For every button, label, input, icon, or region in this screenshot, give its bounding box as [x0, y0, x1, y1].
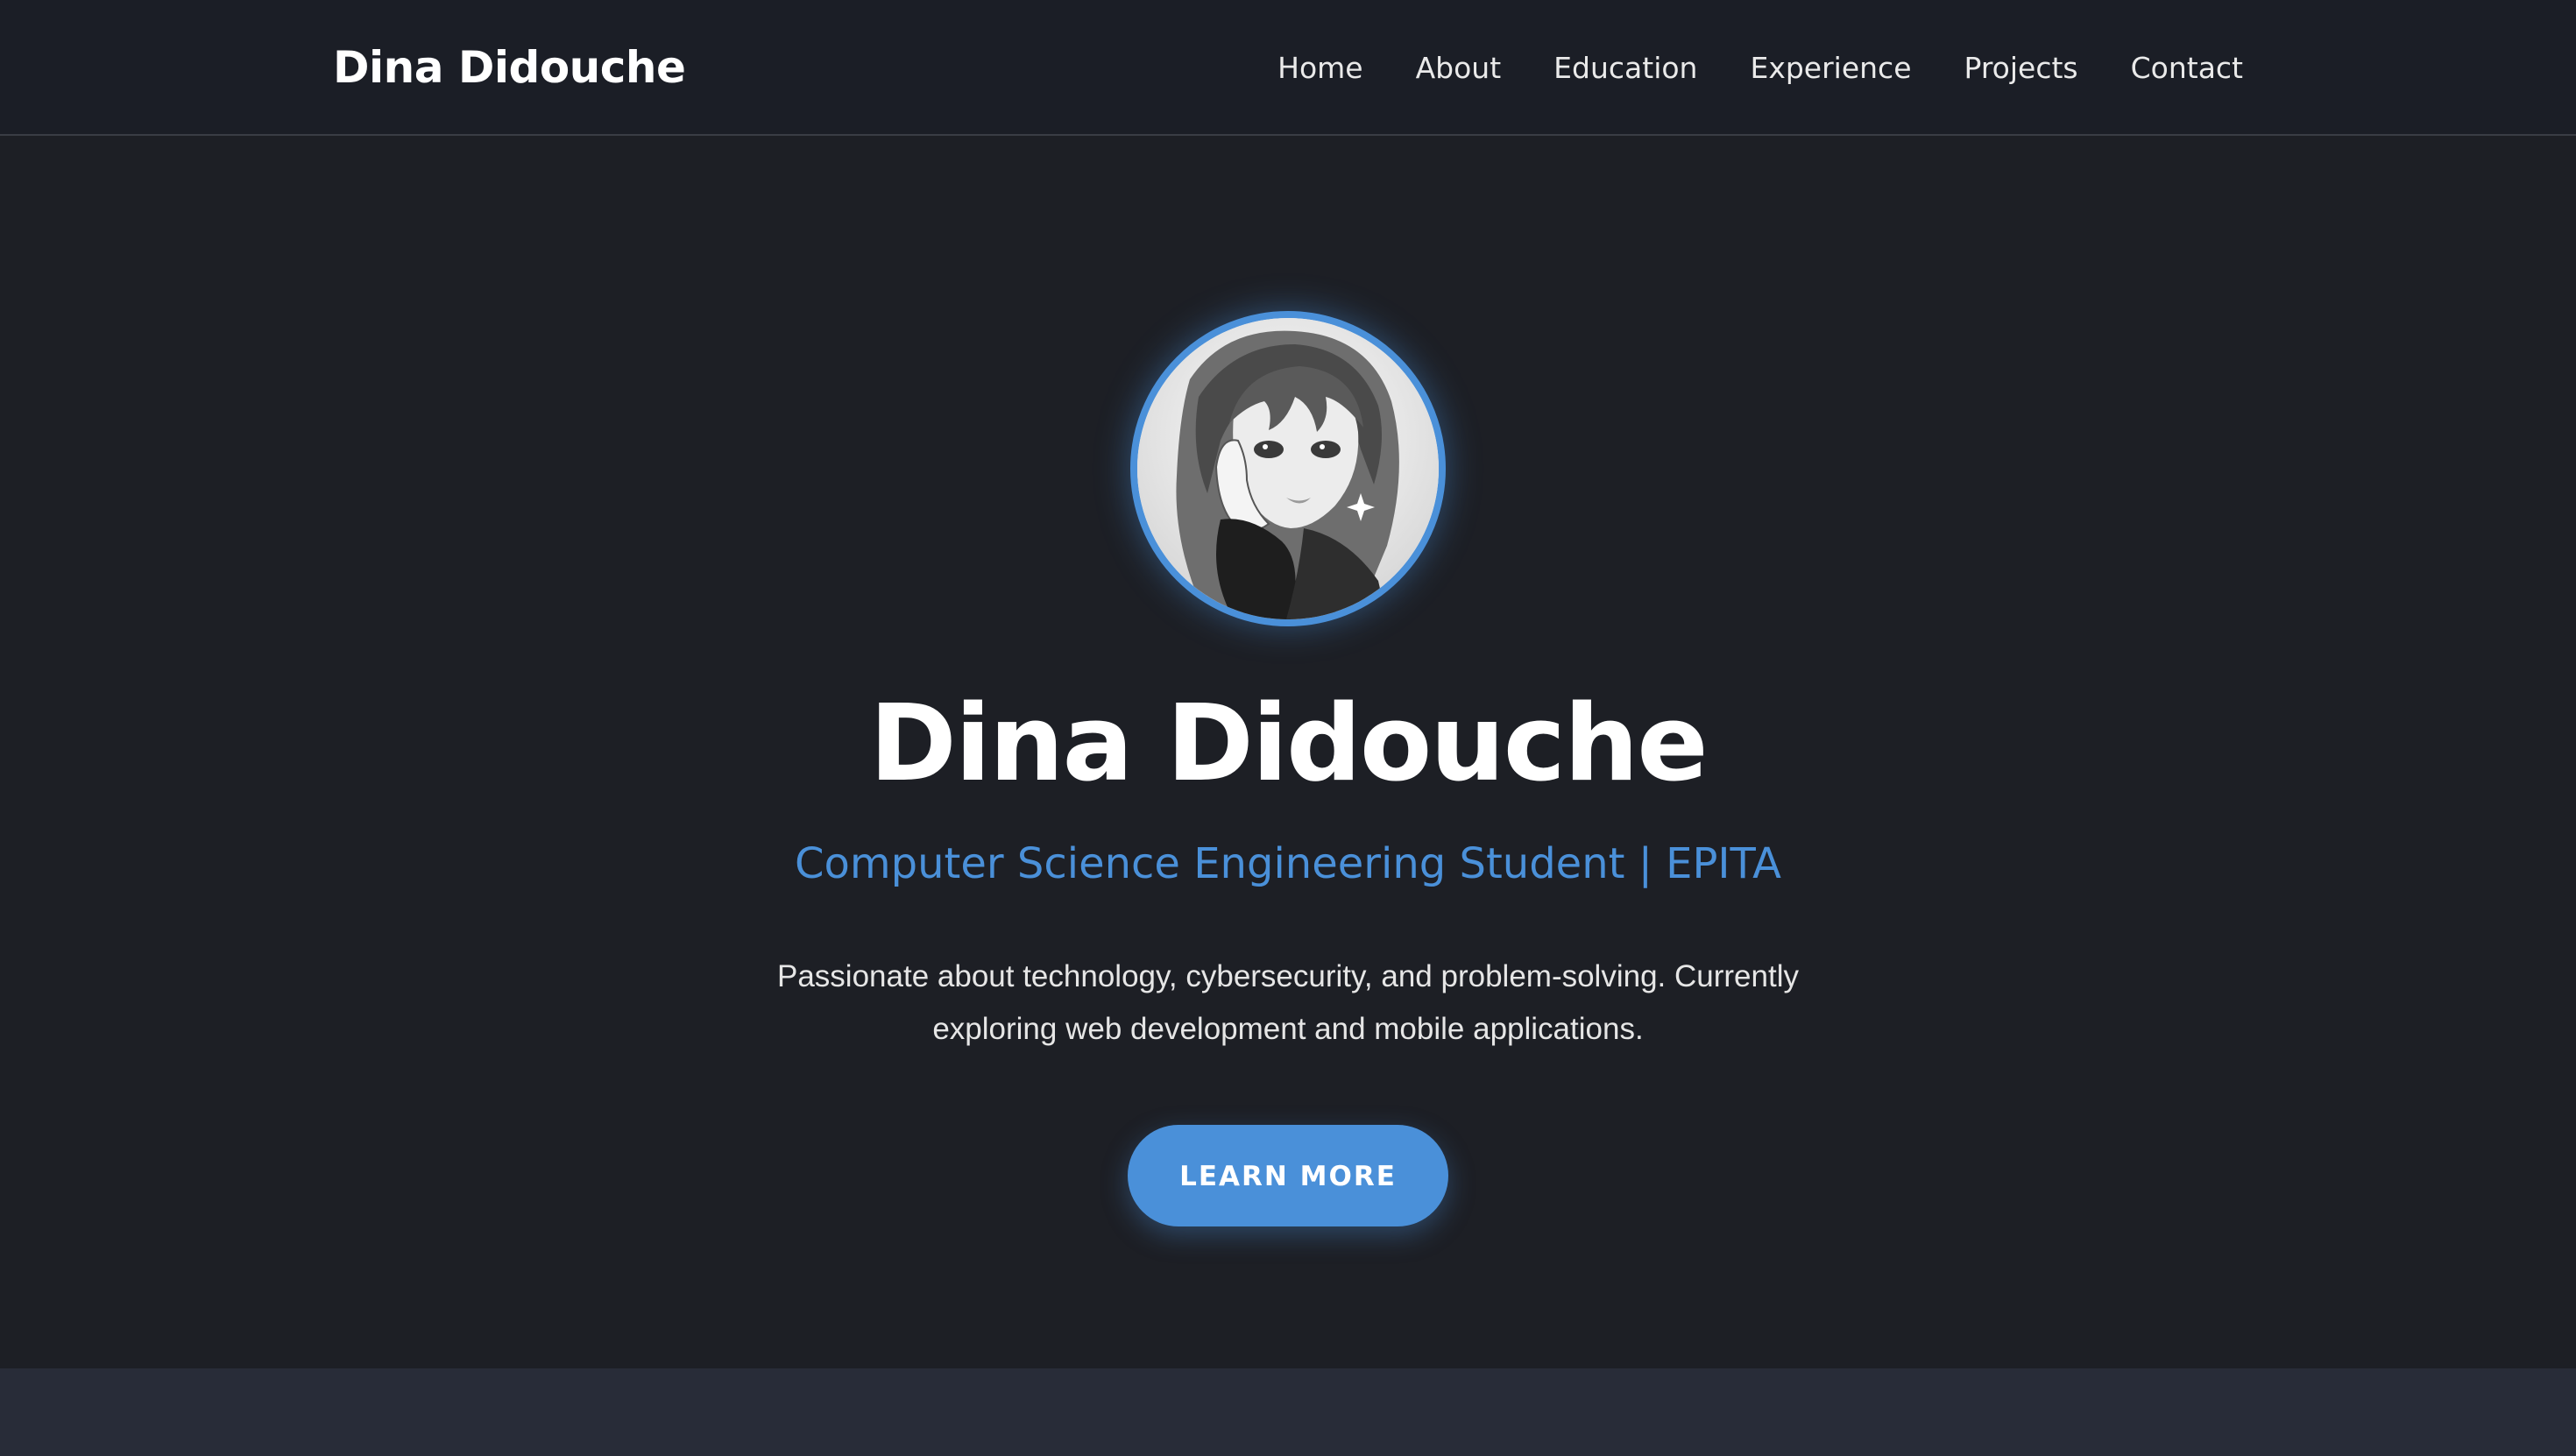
hero-name: Dina Didouche [869, 683, 1708, 805]
next-section [0, 1368, 2576, 1456]
nav-link-about[interactable]: About [1416, 51, 1502, 85]
nav-link-projects[interactable]: Projects [1964, 51, 2078, 85]
profile-avatar [1130, 311, 1446, 626]
nav-links: Home About Education Experience Projects… [1277, 0, 2243, 136]
hero-subtitle: Computer Science Engineering Student | E… [795, 839, 1781, 888]
nav-link-experience[interactable]: Experience [1750, 51, 1911, 85]
site-brand[interactable]: Dina Didouche [333, 0, 686, 136]
nav-link-contact[interactable]: Contact [2131, 51, 2243, 85]
learn-more-button[interactable]: LEARN MORE [1128, 1125, 1448, 1226]
hero-section: Dina Didouche Computer Science Engineeri… [0, 136, 2576, 1368]
top-navbar: Dina Didouche Home About Education Exper… [0, 0, 2576, 136]
profile-illustration-icon [1137, 318, 1439, 619]
nav-link-education[interactable]: Education [1553, 51, 1697, 85]
hero-description: Passionate about technology, cybersecuri… [777, 959, 1799, 1046]
nav-link-home[interactable]: Home [1277, 51, 1362, 85]
